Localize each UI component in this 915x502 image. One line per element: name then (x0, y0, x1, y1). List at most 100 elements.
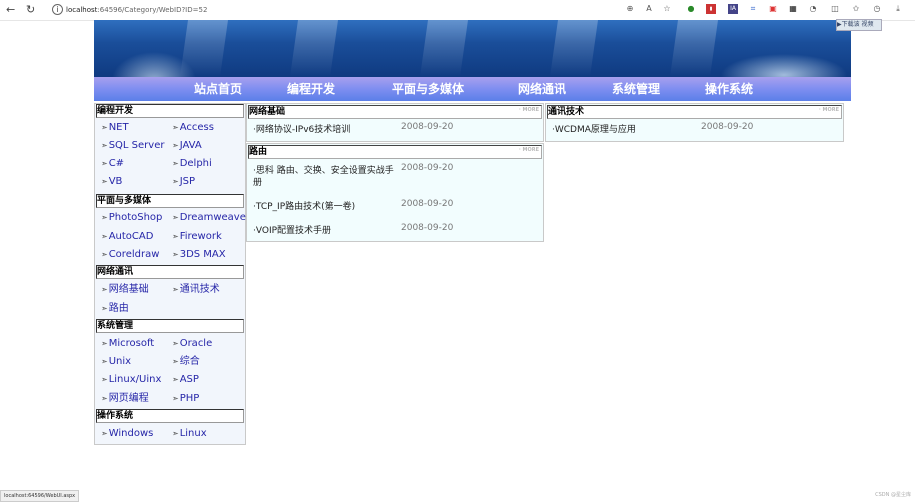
sidebar-link[interactable]: ➣VB (101, 175, 122, 189)
extension-pink-icon[interactable]: ▣ (768, 4, 778, 14)
split-screen-icon[interactable]: ◫ (830, 4, 840, 14)
arrow-icon: ➣ (172, 375, 179, 384)
arrow-icon: ➣ (101, 285, 108, 294)
nav-system-admin[interactable]: 系统管理 (612, 81, 660, 97)
main-nav: 站点首页 编程开发 平面与多媒体 网络通讯 系统管理 操作系统 (94, 77, 851, 101)
sidebar-link[interactable]: ➣Unix (101, 355, 131, 369)
download-video-button[interactable]: ▶下载该 视频 (836, 19, 882, 31)
sidebar-link[interactable]: ➣Linux/Uinx (101, 373, 161, 387)
extension-c-icon[interactable]: ◔ (808, 4, 818, 14)
nav-os[interactable]: 操作系统 (705, 81, 753, 97)
article-link[interactable]: ·网络协议-IPv6技术培训 (253, 124, 350, 136)
arrow-icon: ➣ (172, 232, 179, 241)
nav-networking[interactable]: 网络通讯 (518, 81, 566, 97)
link-label: PhotoShop (108, 212, 163, 223)
nav-programming[interactable]: 编程开发 (287, 81, 335, 97)
favorite-star-icon[interactable]: ☆ (662, 4, 672, 14)
read-aloud-icon[interactable]: A (644, 4, 654, 14)
sidebar-link[interactable]: ➣Dreamweaver (172, 211, 250, 225)
sidebar-link[interactable]: ➣Delphi (172, 157, 212, 171)
article-date: 2008-09-20 (401, 122, 454, 132)
arrow-icon: ➣ (172, 177, 179, 186)
nav-home[interactable]: 站点首页 (194, 81, 242, 97)
sidebar-link[interactable]: ➣PHP (172, 392, 199, 406)
arrow-icon: ➣ (172, 285, 179, 294)
sidebar-link[interactable]: ➣PhotoShop (101, 211, 162, 225)
sidebar-section-title: 平面与多媒体 (96, 194, 244, 208)
arrow-icon: ➣ (101, 159, 108, 168)
extension-store-icon[interactable]: ▦ (788, 4, 798, 14)
link-label: Linux/Uinx (108, 374, 162, 385)
sidebar-link[interactable]: ➣Oracle (172, 337, 212, 351)
arrow-icon: ➣ (172, 339, 179, 348)
sidebar-link[interactable]: ➣Linux (172, 427, 207, 441)
sidebar-link[interactable]: ➣Microsoft (101, 337, 154, 351)
category-sidebar: 编程开发 ➣NET ➣Access ➣SQL Server ➣JAVA ➣C# … (94, 103, 250, 445)
arrow-icon: ➣ (172, 429, 179, 438)
arrow-icon: ➣ (101, 339, 108, 348)
sidebar-link[interactable]: ➣AutoCAD (101, 230, 153, 244)
sidebar-link[interactable]: ➣网络基础 (101, 283, 149, 297)
more-link[interactable]: · MORE (819, 106, 839, 114)
arrow-icon: ➣ (101, 394, 108, 403)
sidebar-link[interactable]: ➣Coreldraw (101, 248, 159, 262)
arrow-icon: ➣ (172, 159, 179, 168)
link-label: JAVA (179, 140, 202, 151)
address-bar[interactable]: localhost:64596/Category/WebID?ID=52 (66, 4, 207, 16)
link-label: 通讯技术 (179, 284, 220, 295)
article-link[interactable]: ·VOIP配置技术手册 (253, 225, 331, 237)
extension-globe-icon[interactable]: ● (686, 4, 696, 14)
article-date: 2008-09-20 (401, 163, 454, 173)
arrow-icon: ➣ (101, 123, 108, 132)
link-label: Microsoft (108, 338, 155, 349)
favorites-icon[interactable]: ✩ (851, 4, 861, 14)
box-title: 路由 · MORE (248, 145, 542, 159)
arrow-icon: ➣ (172, 141, 179, 150)
sidebar-link[interactable]: ➣路由 (101, 302, 129, 316)
link-label: 路由 (108, 303, 129, 314)
arrow-icon: ➣ (101, 357, 108, 366)
sidebar-link[interactable]: ➣JSP (172, 175, 195, 189)
arrow-icon: ➣ (172, 357, 179, 366)
zoom-icon[interactable]: ⊕ (625, 4, 635, 14)
sidebar-link[interactable]: ➣综合 (172, 355, 200, 369)
article-link[interactable]: ·WCDMA原理与应用 (552, 124, 636, 136)
link-label: Linux (179, 428, 207, 439)
extension-ia-icon[interactable]: IA (728, 4, 738, 14)
sidebar-section-title: 网络通讯 (96, 265, 244, 279)
nav-graphics-multimedia[interactable]: 平面与多媒体 (392, 81, 464, 97)
history-icon[interactable]: ◷ (872, 4, 882, 14)
link-label: 3DS MAX (179, 249, 226, 260)
sidebar-link[interactable]: ➣网页编程 (101, 392, 149, 406)
sidebar-link[interactable]: ➣通讯技术 (172, 283, 220, 297)
sidebar-section-title: 编程开发 (96, 104, 244, 118)
sidebar-link[interactable]: ➣Access (172, 121, 214, 135)
sidebar-link[interactable]: ➣ASP (172, 373, 199, 387)
sidebar-link[interactable]: ➣Windows (101, 427, 153, 441)
sidebar-section-title: 系统管理 (96, 319, 244, 333)
sidebar-link[interactable]: ➣C# (101, 157, 124, 171)
extension-crop-icon[interactable]: ⌗ (748, 4, 758, 14)
back-arrow-icon[interactable]: ← (6, 3, 15, 17)
extension-badge-icon[interactable]: ▮ (706, 4, 716, 14)
link-label: SQL Server (108, 140, 165, 151)
sidebar-link[interactable]: ➣JAVA (172, 139, 202, 153)
info-icon[interactable]: i (52, 4, 63, 15)
article-link[interactable]: ·思科 路由、交换、安全设置实战手册 (253, 165, 398, 189)
arrow-icon: ➣ (101, 141, 108, 150)
sidebar-link[interactable]: ➣Firework (172, 230, 222, 244)
sidebar-link[interactable]: ➣NET (101, 121, 129, 135)
sidebar-link[interactable]: ➣SQL Server (101, 139, 164, 153)
sidebar-link[interactable]: ➣3DS MAX (172, 248, 226, 262)
box-title-text: 通讯技术 (548, 107, 585, 117)
download-icon[interactable]: ⤓ (893, 4, 903, 14)
link-label: Unix (108, 356, 132, 367)
arrow-icon: ➣ (101, 304, 108, 313)
reload-icon[interactable]: ↻ (26, 3, 35, 17)
more-link[interactable]: · MORE (519, 146, 539, 154)
url-path: :64596/Category/WebID?ID=52 (97, 6, 208, 14)
more-link[interactable]: · MORE (519, 106, 539, 114)
article-link[interactable]: ·TCP_IP路由技术(第一卷) (253, 201, 355, 213)
arrow-icon: ➣ (101, 375, 108, 384)
link-label: PHP (179, 393, 200, 404)
